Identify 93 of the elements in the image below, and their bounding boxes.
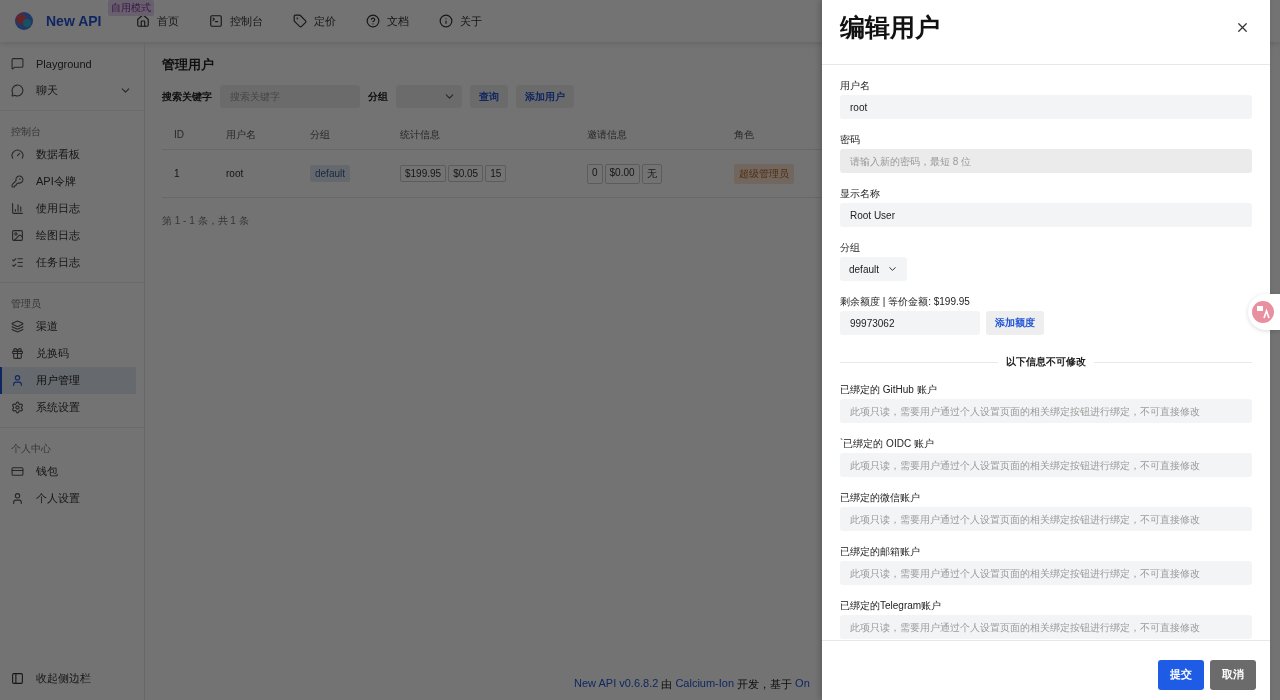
footer-link[interactable]: New API v0.6.8.2 [574, 677, 659, 692]
sidebar-item[interactable]: Playground [0, 50, 136, 77]
home-icon [135, 14, 150, 28]
column-header: ID [174, 129, 184, 140]
field-label: 已绑定的Telegram账户 [840, 599, 943, 613]
sidebar-item[interactable]: 渠道 [0, 313, 136, 340]
nav-link[interactable]: 关于 [438, 13, 482, 29]
divider-text: 以下信息不可修改 [1006, 355, 1086, 369]
readonly-field[interactable]: 此项只读，需要用户通过个人设置页面的相关绑定按钮进行绑定，不可直接修改 [840, 507, 1252, 531]
column-header: 用户名 [226, 127, 256, 142]
query-button[interactable]: 查询 [470, 85, 508, 108]
table-cell-text: 1 [174, 168, 181, 179]
settings-icon [11, 401, 24, 414]
footer-text: 开发，基于 [737, 677, 793, 692]
column-header: 分组 [310, 127, 330, 142]
message-icon [11, 57, 24, 70]
nav-link[interactable]: 控制台 [208, 13, 263, 29]
text-field[interactable]: Root User [840, 203, 1252, 227]
footer-text: 由 [661, 677, 673, 692]
sidebar-item[interactable]: 用户管理 [0, 367, 136, 394]
logo-icon [14, 11, 34, 31]
invite-tag: $0.00 [604, 163, 640, 184]
stat-tag: $199.95 [400, 165, 447, 182]
sidebar-item[interactable]: 钱包 [0, 458, 136, 485]
footer-link[interactable]: On [795, 677, 810, 692]
collapse-sidebar-button[interactable]: 收起侧边栏 [0, 665, 144, 692]
field-label: 已绑定的邮箱账户 [840, 545, 921, 559]
search-label: 搜索关键字 [162, 89, 212, 104]
submit-button[interactable]: 提交 [1158, 659, 1204, 690]
readonly-field[interactable]: 此项只读，需要用户通过个人设置页面的相关绑定按钮进行绑定，不可直接修改 [840, 399, 1252, 423]
field-label: 已绑定的微信账户 [840, 491, 921, 505]
table-cell-text: root [226, 168, 245, 179]
terminal-icon [208, 14, 223, 28]
role-tag: 超级管理员 [734, 163, 794, 184]
footer-link[interactable]: Calcium-Ion [675, 677, 735, 692]
nav-link[interactable]: 文档 [365, 13, 409, 29]
cancel-button[interactable]: 取消 [1210, 659, 1256, 690]
chat-icon [11, 84, 24, 97]
mode-badge: 自用模式 [108, 0, 154, 16]
sidebar-item[interactable]: 个人设置 [0, 485, 136, 512]
stat-tag: 15 [485, 165, 507, 182]
column-header: 角色 [734, 127, 754, 142]
field-label: 剩余额度 | 等价金额: $199.95 [840, 295, 971, 309]
user-icon [11, 492, 24, 505]
nav-link[interactable]: 首页 [135, 13, 179, 29]
column-header: 统计信息 [400, 127, 440, 142]
dashboard-icon [11, 148, 24, 161]
sidebar-item[interactable]: 使用日志 [0, 195, 136, 222]
field-label: 显示名称 [840, 187, 881, 201]
panel-icon [11, 672, 24, 685]
bar-chart-icon [11, 202, 24, 215]
gift-icon [11, 347, 24, 360]
field-label: 已绑定的 GitHub 账户 [840, 383, 938, 397]
info-icon [438, 14, 453, 28]
layers-icon [11, 320, 24, 333]
card-icon [11, 465, 24, 478]
sidebar-item[interactable]: 绘图日志 [0, 222, 136, 249]
stat-tag: $0.05 [448, 165, 484, 182]
list-icon [11, 256, 24, 269]
password-field[interactable]: 请输入新的密码，最短 8 位 [840, 149, 1252, 173]
sidebar-item[interactable]: 兑换码 [0, 340, 136, 367]
field-label: 密码 [840, 133, 861, 147]
sidebar-item[interactable]: 聊天 [0, 77, 136, 104]
sidebar-item[interactable]: 任务日志 [0, 249, 136, 276]
field-label: `已绑定的 OIDC 账户 [840, 437, 935, 451]
group-label: 分组 [368, 89, 388, 104]
group-select[interactable]: default [840, 257, 907, 281]
text-field[interactable]: root [840, 95, 1252, 119]
add-quota-button[interactable]: 添加额度 [986, 311, 1044, 335]
invite-tag: 0 [587, 163, 603, 184]
sidebar-item[interactable]: 系统设置 [0, 394, 136, 421]
readonly-field[interactable]: 此项只读，需要用户通过个人设置页面的相关绑定按钮进行绑定，不可直接修改 [840, 561, 1252, 585]
sidebar-item[interactable]: API令牌 [0, 168, 136, 195]
page-title: 管理用户 [162, 56, 215, 74]
tag-icon [292, 14, 307, 28]
brand-name[interactable]: New API [46, 13, 102, 29]
readonly-field[interactable]: 此项只读，需要用户通过个人设置页面的相关绑定按钮进行绑定，不可直接修改 [840, 453, 1252, 477]
nav-link[interactable]: 定价 [292, 13, 336, 29]
user-icon [11, 374, 24, 387]
add-user-button[interactable]: 添加用户 [516, 85, 574, 108]
group-tag: default [310, 165, 351, 182]
invite-tag: 无 [641, 163, 662, 184]
image-icon [11, 229, 24, 242]
field-label: 分组 [840, 241, 861, 255]
field-label: 用户名 [840, 79, 871, 93]
column-header: 邀请信息 [587, 127, 627, 142]
readonly-field[interactable]: 此项只读，需要用户通过个人设置页面的相关绑定按钮进行绑定，不可直接修改 [840, 615, 1252, 639]
quota-field[interactable]: 99973062 [840, 311, 980, 335]
help-icon [365, 14, 380, 28]
key-icon [11, 175, 24, 188]
sidebar-item[interactable]: 数据看板 [0, 141, 136, 168]
translate-icon [1252, 301, 1274, 323]
drawer-title: 编辑用户 [840, 11, 940, 43]
